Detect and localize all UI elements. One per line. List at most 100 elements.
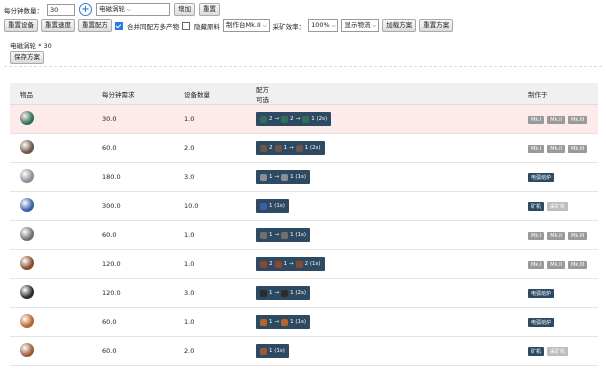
ingredient-icon	[295, 260, 303, 268]
maker-option[interactable]: 矿机	[528, 201, 545, 211]
maker-option[interactable]: Mk.III	[568, 115, 588, 124]
maker-option[interactable]: Mk.III	[568, 231, 588, 240]
device-count-cell: 1.0	[174, 307, 246, 337]
table-row: 120.0 3.0 1 → 1 (2s) 电弧熔炉	[10, 278, 598, 308]
maker-cell: Mk.I Mk.II Mk.III	[518, 104, 598, 134]
ingredient-icon	[281, 289, 289, 297]
maker-option[interactable]: Mk.III	[568, 260, 588, 269]
item-cell	[10, 307, 92, 337]
recipe-option[interactable]: 1 → 1 (1s)	[256, 315, 311, 329]
recipe-qty: 2	[269, 261, 273, 267]
header-maker: 制作于	[518, 83, 598, 105]
arrow-icon: →	[295, 116, 301, 122]
maker-option[interactable]: Mk.II	[547, 144, 566, 153]
ingredient-icon	[260, 318, 267, 326]
maker-select[interactable]: 制作台Mk.II	[223, 19, 270, 32]
gear-icon	[20, 227, 34, 241]
recipe-qty: 1	[269, 319, 273, 325]
header-recipe-label: 配方	[256, 85, 269, 94]
header-recipe: 配方 可选	[246, 83, 518, 105]
arrow-icon: →	[274, 290, 280, 296]
ingredient-icon	[281, 318, 289, 326]
maker-option[interactable]: 电弧熔炉	[528, 317, 555, 327]
recipe-cell: 2 1 → 2 (1s)	[246, 249, 518, 279]
rate-cell: 60.0	[92, 220, 174, 250]
hide-raw-checkbox[interactable]	[182, 21, 190, 30]
ingredient-icon	[260, 347, 267, 355]
qty-input[interactable]: 30	[47, 3, 75, 16]
maker-option[interactable]: Mk.II	[547, 260, 566, 269]
header-item: 物品	[10, 83, 92, 105]
maker-option[interactable]: 电弧熔炉	[528, 288, 555, 298]
maker-option[interactable]: Mk.I	[528, 231, 545, 240]
recipe-option[interactable]: 1 → 1 (2s)	[256, 286, 311, 300]
reset-recipe-button[interactable]: 重置配方	[78, 19, 112, 32]
turbine-icon	[20, 111, 34, 125]
maker-option[interactable]: Mk.I	[528, 115, 545, 124]
mining-select[interactable]: 100%	[308, 19, 339, 32]
merge-checkbox[interactable]	[115, 21, 123, 30]
recipe-qty: 1	[283, 261, 288, 267]
display-select[interactable]: 显示物流	[341, 19, 380, 32]
item-cell	[10, 278, 92, 308]
maker-option[interactable]: Mk.I	[528, 144, 545, 153]
save-plan-button[interactable]: 保存方案	[10, 51, 44, 64]
device-count-cell: 2.0	[174, 336, 246, 366]
table-row: 300.0 10.0 1 (1s) 矿机 采矿机	[10, 191, 598, 221]
load-plan-button[interactable]: 加载方案	[382, 19, 417, 32]
motor-icon	[20, 140, 34, 154]
recipe-qty: 1 (1s)	[269, 348, 285, 354]
recipe-qty: 2	[290, 116, 294, 122]
maker-option[interactable]: Mk.III	[568, 144, 588, 153]
recipe-option[interactable]: 1 (1s)	[256, 199, 289, 213]
recipe-option[interactable]: 2 1 → 2 (1s)	[256, 257, 325, 271]
rate-cell: 120.0	[92, 278, 174, 308]
device-count-cell: 1.0	[174, 104, 246, 134]
copper-plate-icon	[20, 314, 34, 328]
reset-button[interactable]: 重置	[199, 3, 220, 16]
recipe-option[interactable]: 1 (1s)	[256, 344, 289, 358]
maker-cell: Mk.I Mk.II Mk.III	[518, 249, 598, 279]
arrow-icon: →	[289, 145, 294, 151]
rate-cell: 300.0	[92, 191, 174, 221]
maker-option[interactable]: Mk.II	[547, 231, 566, 240]
recipe-cell: 2 → 2 → 1 (2s)	[246, 104, 518, 134]
table-row: 60.0 2.0 2 1 → 1 (2s) Mk.I Mk.II Mk.III	[10, 133, 598, 163]
reset-device-button[interactable]: 重置设备	[4, 19, 38, 32]
maker-cell: 电弧熔炉	[518, 162, 598, 192]
maker-option[interactable]: 矿机	[528, 346, 545, 356]
arrow-icon: →	[274, 174, 280, 180]
rate-cell: 60.0	[92, 336, 174, 366]
rate-cell: 180.0	[92, 162, 174, 192]
recipe-qty: 1 (1s)	[290, 174, 307, 180]
table-row: 120.0 1.0 2 1 → 2 (1s) Mk.I Mk.II Mk.III	[10, 249, 598, 279]
maker-cell: Mk.I Mk.II Mk.III	[518, 133, 598, 163]
add-button[interactable]: 增加	[174, 3, 195, 16]
header-recipe-sub: 可选	[256, 95, 269, 104]
item-select[interactable]: 电磁涡轮	[96, 3, 170, 16]
ingredient-icon	[274, 260, 282, 268]
reset-speed-button[interactable]: 重置速度	[41, 19, 75, 32]
item-cell	[10, 104, 92, 134]
ingredient-icon	[260, 231, 267, 239]
ingredient-icon	[260, 115, 267, 123]
recipe-cell: 1 → 1 (1s)	[246, 307, 518, 337]
maker-option[interactable]: 采矿机	[547, 346, 569, 356]
table-header: 物品 每分钟需求 设备数量 配方 可选 制作于	[10, 83, 598, 105]
table-row: 60.0 1.0 1 → 1 (1s) Mk.I Mk.II Mk.III	[10, 220, 598, 250]
maker-cell: Mk.I Mk.II Mk.III	[518, 220, 598, 250]
reset-plan-button[interactable]: 重置方案	[419, 19, 454, 32]
recipe-cell: 2 1 → 1 (2s)	[246, 133, 518, 163]
maker-option[interactable]: Mk.I	[528, 260, 545, 269]
maker-cell: 矿机 采矿机	[518, 191, 598, 221]
item-cell	[10, 191, 92, 221]
recipe-option[interactable]: 2 1 → 1 (2s)	[256, 141, 325, 155]
recipe-option[interactable]: 1 → 1 (1s)	[256, 170, 311, 184]
maker-option[interactable]: Mk.II	[547, 115, 566, 124]
magnet-icon	[20, 285, 34, 299]
maker-option[interactable]: 采矿机	[547, 201, 569, 211]
recipe-option[interactable]: 2 → 2 → 1 (2s)	[256, 112, 332, 126]
recipe-option[interactable]: 1 → 1 (1s)	[256, 228, 311, 242]
plus-icon[interactable]: +	[79, 3, 92, 16]
maker-option[interactable]: 电弧熔炉	[528, 172, 555, 182]
